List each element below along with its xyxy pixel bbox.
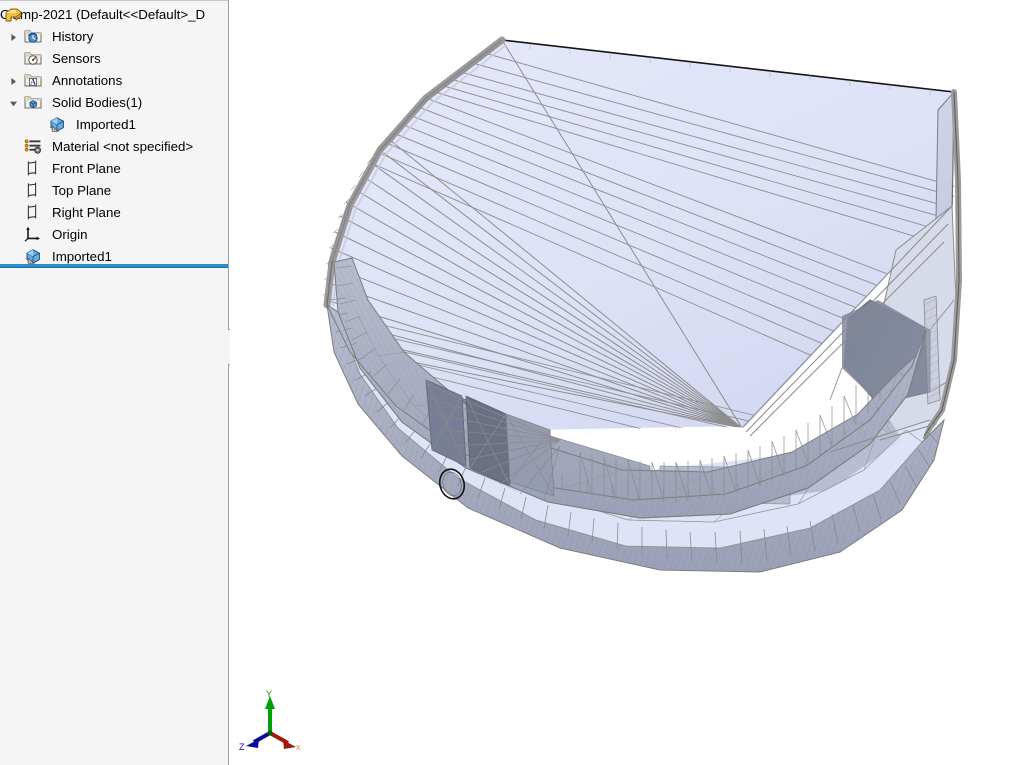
tree-item-label: Material <not specified> [52, 136, 193, 158]
tree-item-label: Origin [52, 224, 87, 246]
tree-item-history[interactable]: History [0, 26, 229, 48]
rollback-bar-shadow [0, 267, 229, 268]
solidworks-window: Clamp-2021 (Default<<Default>_Disp Histo… [0, 0, 1021, 765]
triad-x-label: x [296, 742, 301, 752]
history-folder-icon [24, 28, 42, 46]
tree-item-label: Annotations [52, 70, 122, 92]
plane-icon [24, 204, 42, 222]
document-title-label: Clamp-2021 (Default<<Default>_Disp [0, 4, 205, 26]
triad-z-axis: Z [239, 733, 270, 752]
tree-item-material-not-specified[interactable]: Material <not specified> [0, 136, 229, 158]
imported-body-icon [48, 116, 66, 134]
tree-item-label: Top Plane [52, 180, 111, 202]
panel-top-divider [0, 0, 229, 1]
feature-manager-design-tree[interactable]: Clamp-2021 (Default<<Default>_Disp Histo… [0, 0, 229, 765]
part-document-icon [4, 7, 23, 24]
model-3d-mesh[interactable] [230, 0, 1021, 765]
tree-item-document-title[interactable]: Clamp-2021 (Default<<Default>_Disp [0, 4, 229, 26]
tree-item-label: Front Plane [52, 158, 121, 180]
tree-item-label: History [52, 26, 93, 48]
tree-item-solid-bodies-1[interactable]: Solid Bodies(1) [0, 92, 229, 114]
tree-item-label: Right Plane [52, 202, 121, 224]
plane-icon [24, 182, 42, 200]
tree-item-label: Solid Bodies(1) [52, 92, 142, 114]
tree-item-front-plane[interactable]: Front Plane [0, 158, 229, 180]
origin-icon [24, 226, 42, 244]
svg-text:A: A [30, 78, 36, 87]
graphics-viewport[interactable]: Y Z x [230, 0, 1021, 765]
plane-icon [24, 160, 42, 178]
tree-item-annotations[interactable]: A Annotations [0, 70, 229, 92]
solid-bodies-folder-icon [24, 94, 42, 112]
tree-item-origin[interactable]: Origin [0, 224, 229, 246]
triad-x-axis: x [270, 733, 301, 752]
tree-item-imported1[interactable]: Imported1 [0, 114, 229, 136]
chevron-right-icon[interactable] [8, 76, 19, 87]
annotations-folder-icon: A [24, 72, 42, 90]
sensors-folder-icon [24, 50, 42, 68]
triad-z-label: Z [239, 742, 245, 752]
tree-item-top-plane[interactable]: Top Plane [0, 180, 229, 202]
triad-y-axis: Y [265, 689, 275, 733]
triad-origin [267, 730, 272, 735]
tree-item-right-plane[interactable]: Right Plane [0, 202, 229, 224]
chevron-right-icon[interactable] [8, 32, 19, 43]
material-icon [24, 138, 42, 156]
chevron-down-icon[interactable] [8, 98, 19, 109]
triad-y-label: Y [266, 689, 272, 699]
axis-triad: Y Z x [238, 688, 308, 756]
tree-item-label: Sensors [52, 48, 101, 70]
tree-item-sensors[interactable]: Sensors [0, 48, 229, 70]
tree-item-label: Imported1 [76, 114, 136, 136]
